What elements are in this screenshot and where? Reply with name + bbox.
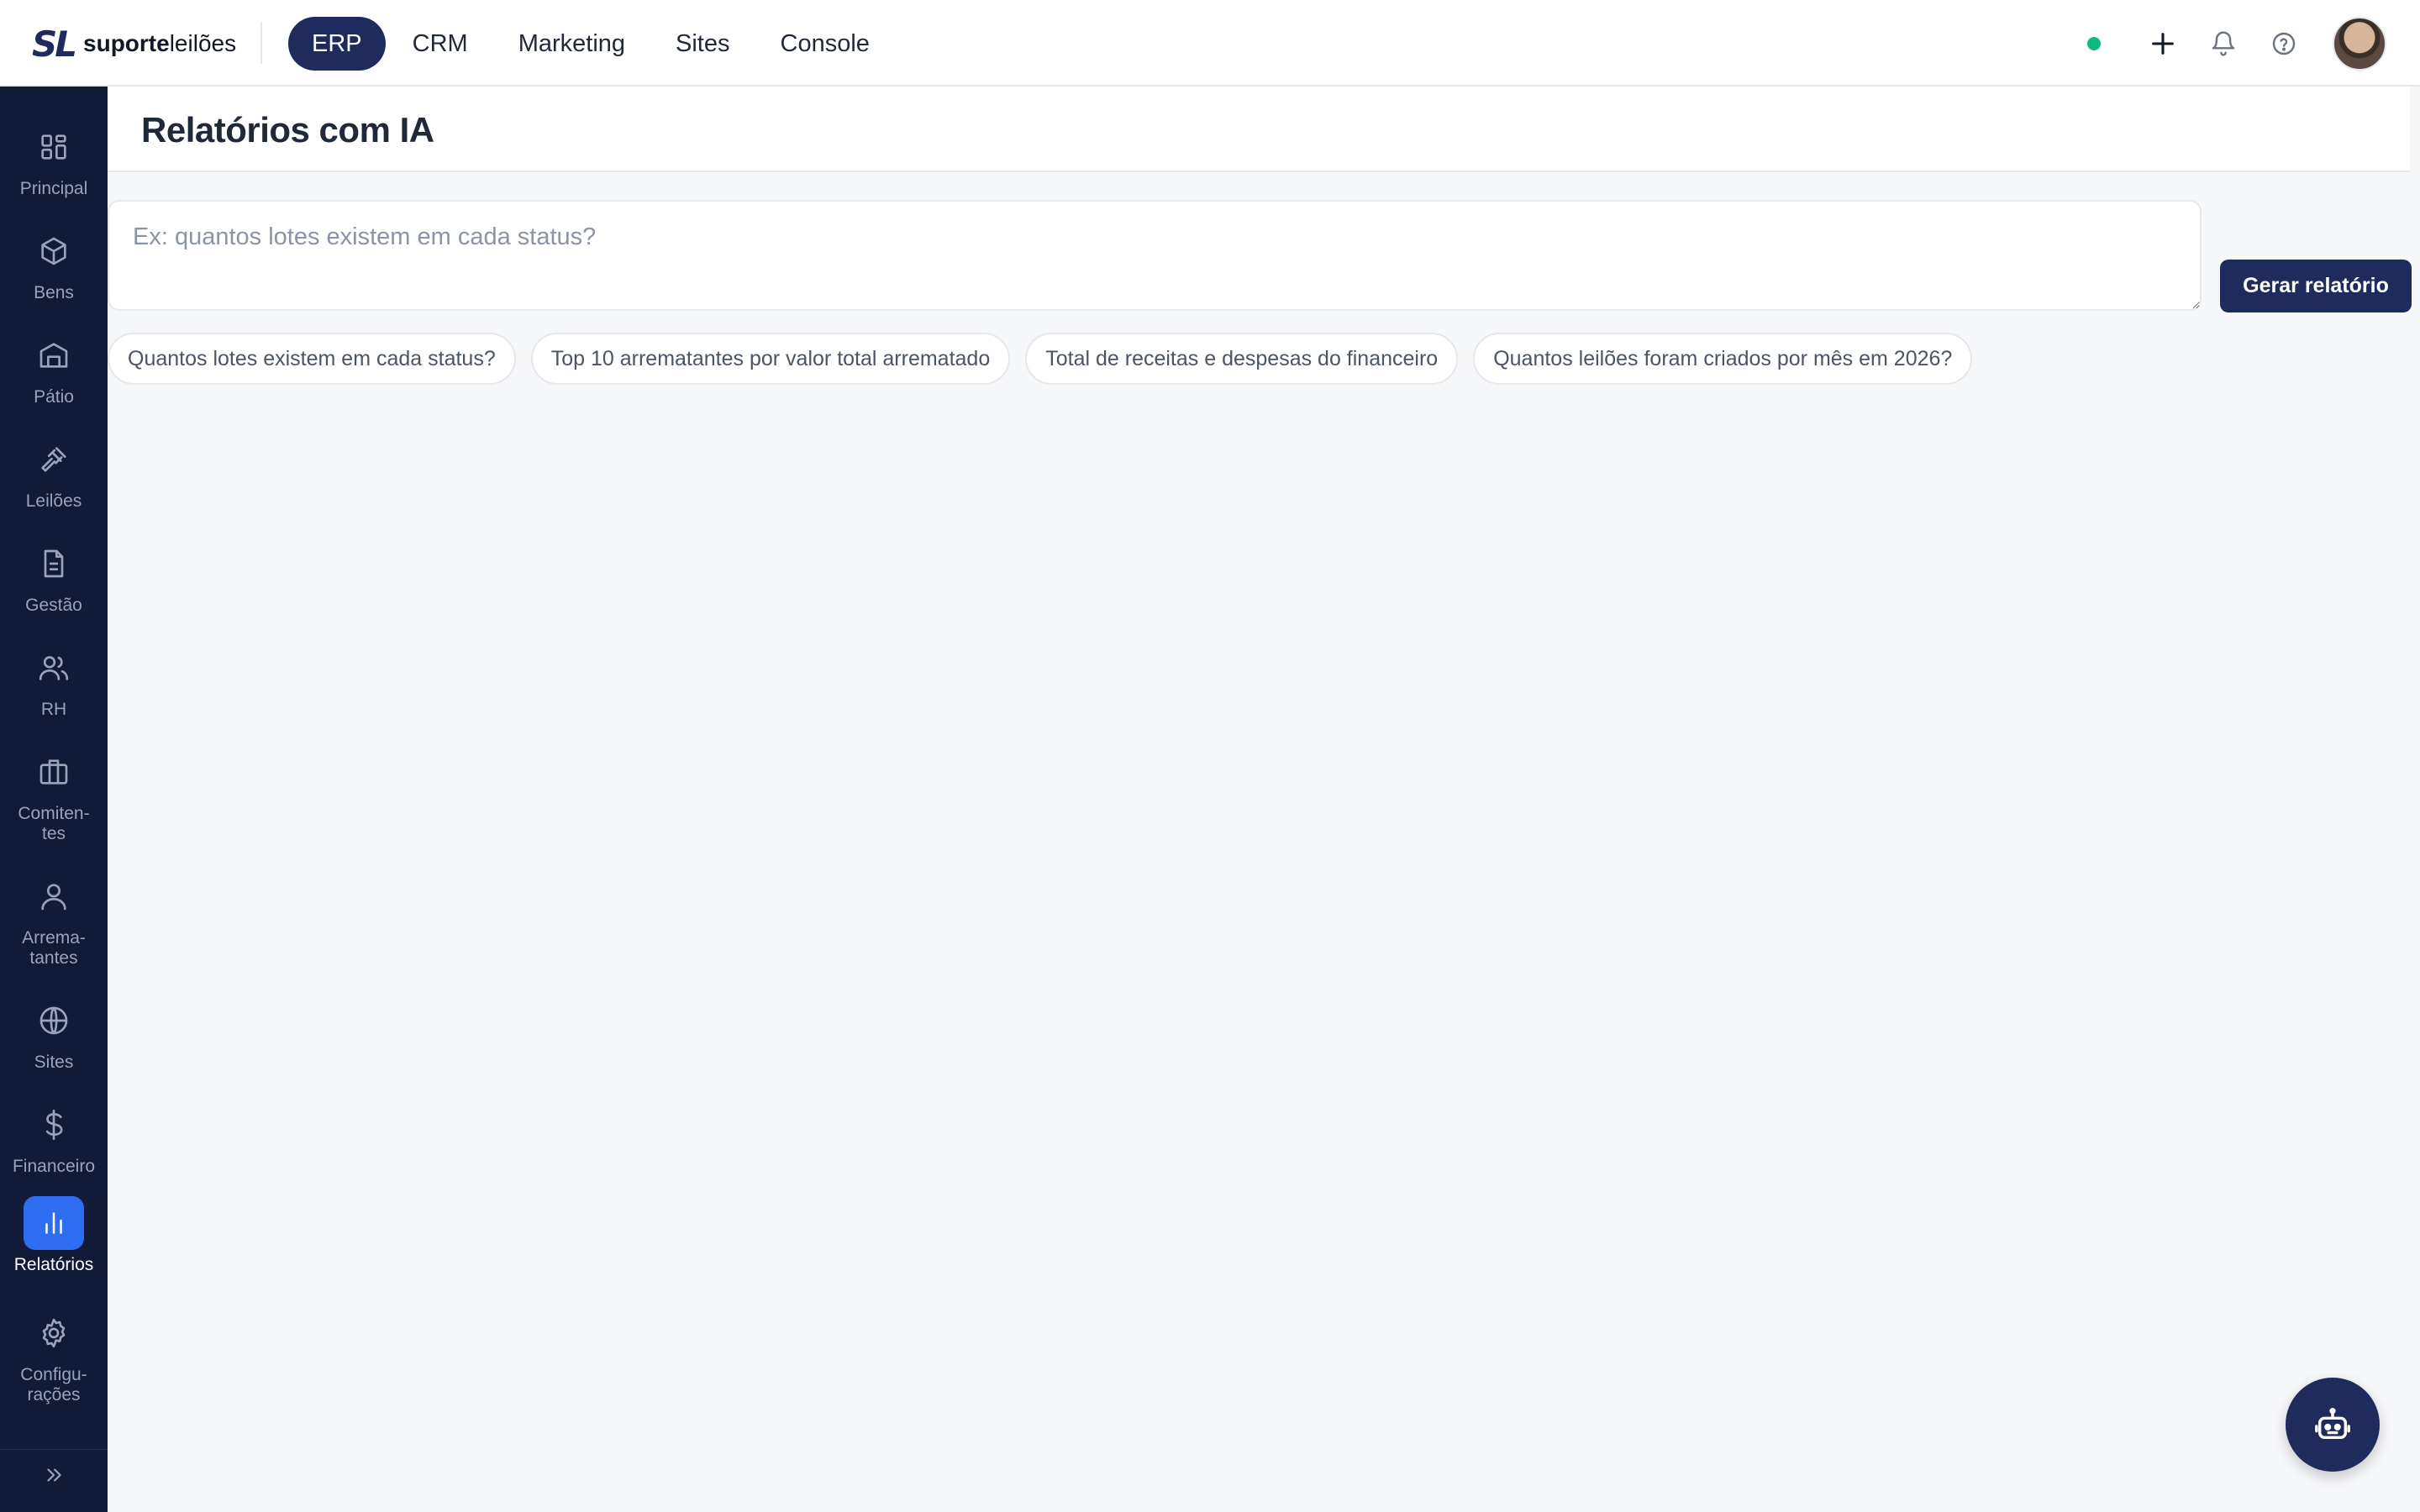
add-button[interactable] <box>2143 24 2183 64</box>
sidebar-item-patio[interactable]: Pátio <box>0 328 108 407</box>
sidebar-item-rh[interactable]: RH <box>0 641 108 720</box>
sidebar-item-label: Leilões <box>25 491 82 511</box>
module-nav: ERP CRM Marketing Sites Console <box>288 17 897 71</box>
sidebar-item-leiloes[interactable]: Leilões <box>0 433 108 512</box>
page-header: Relatórios com IA <box>108 87 2410 172</box>
sidebar: Principal Bens Pátio Leilões Gestão RH C… <box>0 87 108 1512</box>
sidebar-collapse-button[interactable] <box>0 1449 108 1499</box>
sidebar-item-label: Relatórios <box>13 1255 94 1274</box>
help-icon <box>2272 32 2296 55</box>
nav-console[interactable]: Console <box>757 17 893 71</box>
bar-chart-icon <box>45 1212 62 1234</box>
sidebar-item-label: RH <box>40 700 67 719</box>
sidebar-item-gestao[interactable]: Gestão <box>0 537 108 616</box>
sidebar-item-arrematantes[interactable]: Arrema-tantes <box>0 869 108 969</box>
suggestion-chip[interactable]: Quantos leilões foram criados por mês em… <box>1473 333 1973 385</box>
nav-erp[interactable]: ERP <box>288 17 386 71</box>
nav-sites[interactable]: Sites <box>652 17 753 71</box>
sidebar-item-label: Bens <box>34 283 74 302</box>
generate-report-button[interactable]: Gerar relatório <box>2220 260 2412 312</box>
sidebar-item-relatorios[interactable]: Relatórios <box>0 1196 108 1275</box>
users-icon <box>39 656 69 680</box>
sidebar-item-label: Sites <box>34 1053 74 1072</box>
warehouse-icon <box>39 343 68 368</box>
sidebar-item-label: Principal <box>19 179 88 198</box>
briefcase-icon <box>39 759 68 785</box>
user-icon <box>41 884 66 911</box>
sidebar-item-label: Gestão <box>25 596 82 615</box>
gear-icon <box>42 1318 66 1348</box>
sidebar-item-label: Comiten-tes <box>18 804 90 843</box>
logo-text: suporteleilões <box>83 30 237 56</box>
sidebar-item-comitentes[interactable]: Comiten-tes <box>0 745 108 844</box>
user-avatar[interactable] <box>2333 17 2386 71</box>
report-prompt-input[interactable] <box>108 200 2202 311</box>
page-title: Relatórios com IA <box>141 110 434 150</box>
online-status-dot <box>2087 37 2101 50</box>
suggestion-chip[interactable]: Total de receitas e despesas do financei… <box>1025 333 1459 385</box>
sidebar-item-label: Arrema-tantes <box>22 928 86 968</box>
sidebar-item-principal[interactable]: Principal <box>0 120 108 199</box>
chevrons-right-icon <box>47 1467 61 1482</box>
suggestion-chips: Quantos lotes existem em cada status? To… <box>108 333 1973 385</box>
bell-icon <box>2212 31 2235 56</box>
notifications-button[interactable] <box>2203 24 2244 64</box>
nav-crm[interactable]: CRM <box>389 17 492 71</box>
grid-icon <box>41 134 66 160</box>
sidebar-item-configuracoes[interactable]: Configu-rações <box>0 1306 108 1405</box>
robot-icon <box>2315 1408 2350 1440</box>
gavel-icon <box>41 447 66 472</box>
sidebar-item-label: Financeiro <box>12 1157 96 1176</box>
sidebar-item-bens[interactable]: Bens <box>0 224 108 303</box>
brand-logo[interactable]: SL suporteleilões <box>32 23 237 65</box>
suggestion-chip[interactable]: Top 10 arrematantes por valor total arre… <box>530 333 1011 385</box>
top-actions <box>2087 17 2386 71</box>
nav-marketing[interactable]: Marketing <box>495 17 649 71</box>
help-button[interactable] <box>2264 24 2304 64</box>
plus-icon <box>2152 33 2174 55</box>
ai-assistant-button[interactable] <box>2286 1378 2380 1472</box>
document-icon <box>44 549 64 578</box>
top-bar: SL suporteleilões ERP CRM Marketing Site… <box>0 0 2420 87</box>
dollar-icon <box>45 1110 63 1140</box>
sidebar-item-label: Pátio <box>34 387 74 407</box>
divider <box>260 22 262 64</box>
sidebar-item-financeiro[interactable]: Financeiro <box>0 1098 108 1177</box>
globe-icon <box>39 1006 68 1035</box>
sidebar-item-label: Configu-rações <box>20 1365 87 1404</box>
box-icon <box>41 237 66 265</box>
suggestion-chip[interactable]: Quantos lotes existem em cada status? <box>108 333 516 385</box>
sidebar-item-sites[interactable]: Sites <box>0 994 108 1073</box>
logo-mark: SL <box>32 23 77 65</box>
